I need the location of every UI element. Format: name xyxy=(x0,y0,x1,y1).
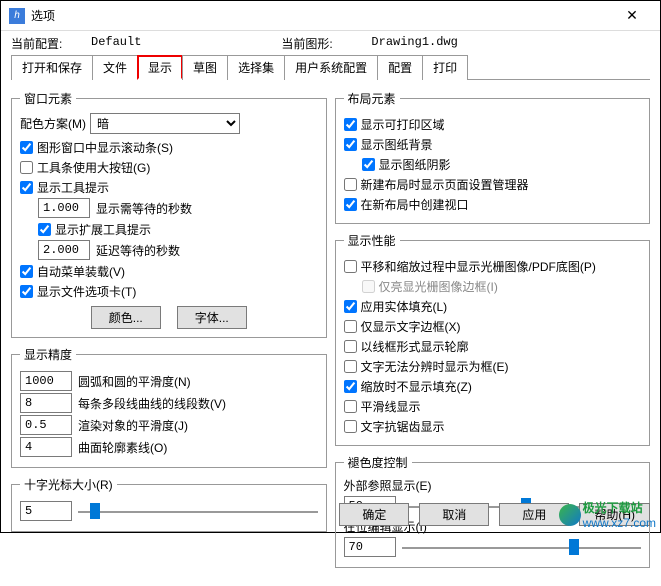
color-button[interactable]: 颜色... xyxy=(91,306,161,329)
font-button[interactable]: 字体... xyxy=(177,306,247,329)
tooltips-checkbox[interactable] xyxy=(20,181,33,194)
display-performance-legend: 显示性能 xyxy=(344,232,400,249)
app-icon: h xyxy=(9,8,25,24)
tabstrip: 打开和保存 文件 显示 草图 选择集 用户系统配置 配置 打印 xyxy=(11,54,650,80)
tooltip-delay-label: 显示需等待的秒数 xyxy=(96,200,192,217)
tab-user-sys[interactable]: 用户系统配置 xyxy=(284,55,378,80)
wireframe-silh-checkbox[interactable] xyxy=(344,340,357,353)
no-fill-zoom-checkbox[interactable] xyxy=(344,380,357,393)
display-accuracy-legend: 显示精度 xyxy=(20,346,76,363)
crosshair-slider[interactable] xyxy=(78,501,318,521)
window-elements-legend: 窗口元素 xyxy=(20,90,76,107)
paper-shadow-label: 显示图纸阴影 xyxy=(379,156,451,173)
create-viewport-checkbox[interactable] xyxy=(344,198,357,211)
text-antialias-checkbox[interactable] xyxy=(344,420,357,433)
auto-menu-checkbox[interactable] xyxy=(20,265,33,278)
color-scheme-label: 配色方案(M) xyxy=(20,115,86,132)
auto-menu-label: 自动菜单装载(V) xyxy=(37,263,125,280)
layout-elements-group: 布局元素 显示可打印区域 显示图纸背景 显示图纸阴影 新建布局时显示页面设置管理… xyxy=(335,90,651,224)
tab-selection[interactable]: 选择集 xyxy=(227,55,285,80)
fade-control-legend: 褪色度控制 xyxy=(344,454,412,471)
footer-buttons: 确定 取消 应用 帮助(H) xyxy=(339,503,650,526)
tooltips-label: 显示工具提示 xyxy=(37,179,109,196)
solid-fill-checkbox[interactable] xyxy=(344,300,357,313)
pan-zoom-raster-label: 平移和缩放过程中显示光栅图像/PDF底图(P) xyxy=(361,258,596,275)
text-frame-checkbox[interactable] xyxy=(344,320,357,333)
tab-open-save[interactable]: 打开和保存 xyxy=(11,55,93,80)
raster-frame-label: 仅亮显光栅图像边框(I) xyxy=(379,278,498,295)
current-drawing-value: Drawing1.dwg xyxy=(371,35,457,52)
display-performance-group: 显示性能 平移和缩放过程中显示光栅图像/PDF底图(P) 仅亮显光栅图像边框(I… xyxy=(335,232,651,446)
large-buttons-checkbox[interactable] xyxy=(20,161,33,174)
tab-files[interactable]: 文件 xyxy=(92,55,138,80)
tab-config[interactable]: 配置 xyxy=(377,55,423,80)
current-drawing-label: 当前图形: xyxy=(281,35,371,52)
window-title: 选项 xyxy=(31,7,612,24)
window-elements-group: 窗口元素 配色方案(M) 暗 图形窗口中显示滚动条(S) 工具条使用大按钮(G)… xyxy=(11,90,327,338)
tooltip-delay-input[interactable] xyxy=(38,198,90,218)
inplace-edit-slider[interactable] xyxy=(402,537,642,557)
current-config-label: 当前配置: xyxy=(11,35,91,52)
header-row: 当前配置: Default 当前图形: Drawing1.dwg xyxy=(1,31,660,54)
file-tabs-label: 显示文件选项卡(T) xyxy=(37,283,136,300)
contour-lines-input[interactable] xyxy=(20,437,72,457)
poly-segs-input[interactable] xyxy=(20,393,72,413)
contour-lines-label: 曲面轮廓素线(O) xyxy=(78,439,167,456)
ext-tooltips-checkbox[interactable] xyxy=(38,223,51,236)
file-tabs-checkbox[interactable] xyxy=(20,285,33,298)
wireframe-silh-label: 以线框形式显示轮廓 xyxy=(361,338,469,355)
smooth-line-label: 平滑线显示 xyxy=(361,398,421,415)
help-button[interactable]: 帮助(H) xyxy=(579,503,650,526)
no-fill-zoom-label: 缩放时不显示填充(Z) xyxy=(361,378,472,395)
close-button[interactable]: ✕ xyxy=(612,2,652,30)
paper-bg-label: 显示图纸背景 xyxy=(361,136,433,153)
pan-zoom-raster-checkbox[interactable] xyxy=(344,260,357,273)
create-viewport-label: 在新布局中创建视口 xyxy=(361,196,469,213)
tab-draft[interactable]: 草图 xyxy=(182,55,228,80)
inplace-edit-input[interactable] xyxy=(344,537,396,557)
poly-segs-label: 每条多段线曲线的线段数(V) xyxy=(78,395,226,412)
apply-button[interactable]: 应用 xyxy=(499,503,569,526)
arc-smooth-label: 圆弧和圆的平滑度(N) xyxy=(78,373,191,390)
smooth-line-checkbox[interactable] xyxy=(344,400,357,413)
render-smooth-input[interactable] xyxy=(20,415,72,435)
raster-frame-checkbox xyxy=(362,280,375,293)
layout-elements-legend: 布局元素 xyxy=(344,90,400,107)
large-buttons-label: 工具条使用大按钮(G) xyxy=(37,159,150,176)
color-scheme-select[interactable]: 暗 xyxy=(90,113,240,134)
display-accuracy-group: 显示精度 圆弧和圆的平滑度(N) 每条多段线曲线的线段数(V) 渲染对象的平滑度… xyxy=(11,346,327,468)
render-smooth-label: 渲染对象的平滑度(J) xyxy=(78,417,188,434)
scrollbars-label: 图形窗口中显示滚动条(S) xyxy=(37,139,173,156)
ext-tooltip-delay-input[interactable] xyxy=(38,240,90,260)
ext-tooltips-label: 显示扩展工具提示 xyxy=(55,221,151,238)
solid-fill-label: 应用实体填充(L) xyxy=(361,298,448,315)
current-config-value: Default xyxy=(91,35,141,52)
ext-tooltip-delay-label: 延迟等待的秒数 xyxy=(96,242,180,259)
cancel-button[interactable]: 取消 xyxy=(419,503,489,526)
printable-area-label: 显示可打印区域 xyxy=(361,116,445,133)
text-frame-label: 仅显示文字边框(X) xyxy=(361,318,461,335)
crosshair-legend: 十字光标大小(R) xyxy=(20,476,117,493)
text-antialias-label: 文字抗锯齿显示 xyxy=(361,418,445,435)
crosshair-input[interactable] xyxy=(20,501,72,521)
text-truesize-checkbox[interactable] xyxy=(344,360,357,373)
scrollbars-checkbox[interactable] xyxy=(20,141,33,154)
page-setup-checkbox[interactable] xyxy=(344,178,357,191)
paper-bg-checkbox[interactable] xyxy=(344,138,357,151)
tab-display[interactable]: 显示 xyxy=(137,55,183,80)
page-setup-label: 新建布局时显示页面设置管理器 xyxy=(361,176,529,193)
text-truesize-label: 文字无法分辨时显示为框(E) xyxy=(361,358,509,375)
crosshair-group: 十字光标大小(R) xyxy=(11,476,327,532)
ok-button[interactable]: 确定 xyxy=(339,503,409,526)
external-ref-label: 外部参照显示(E) xyxy=(344,477,642,494)
arc-smooth-input[interactable] xyxy=(20,371,72,391)
titlebar: h 选项 ✕ xyxy=(1,1,660,31)
tab-print[interactable]: 打印 xyxy=(422,55,468,80)
printable-area-checkbox[interactable] xyxy=(344,118,357,131)
paper-shadow-checkbox[interactable] xyxy=(362,158,375,171)
left-column: 窗口元素 配色方案(M) 暗 图形窗口中显示滚动条(S) 工具条使用大按钮(G)… xyxy=(11,90,327,576)
